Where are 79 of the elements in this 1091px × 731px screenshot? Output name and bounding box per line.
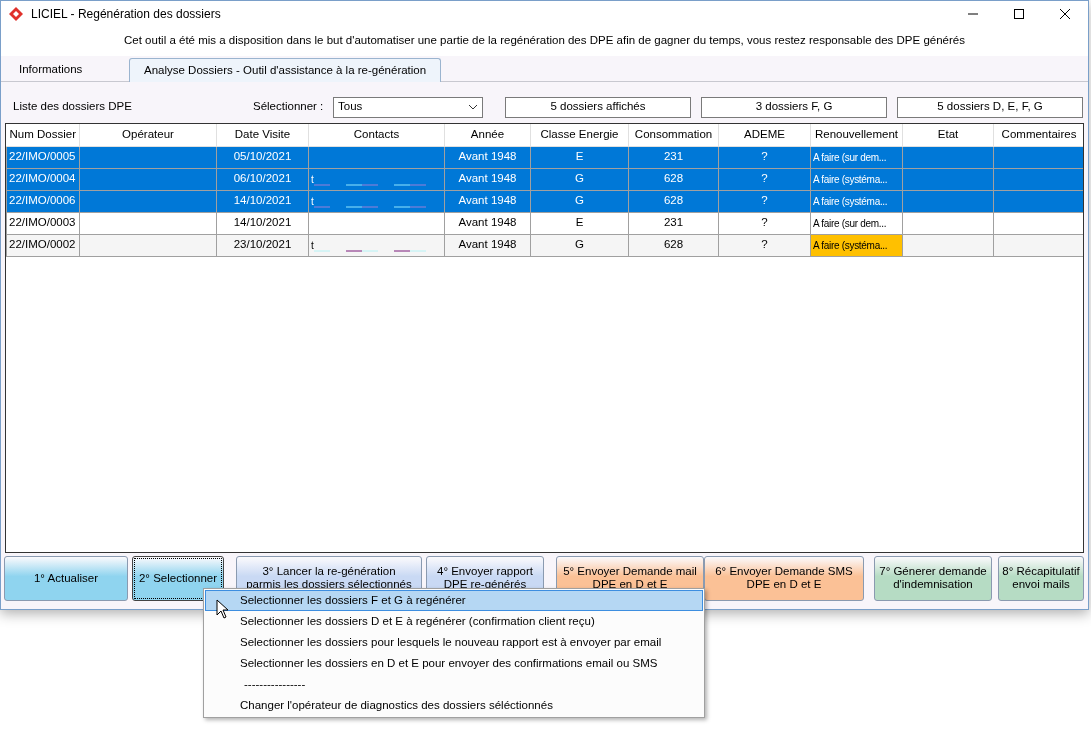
table-cell: 05/10/2021 xyxy=(216,146,309,168)
table-row[interactable]: 22/IMO/0004 06/10/2021 t Avant 1948 G 628 ? A faire (systéma... xyxy=(6,168,1083,190)
table-cell: 23/10/2021 xyxy=(216,234,309,256)
action-button[interactable]: 8° Récapitulatif envoi mails xyxy=(998,555,1084,601)
column-header[interactable]: Num Dossier xyxy=(6,124,80,146)
table-cell: ? xyxy=(718,168,811,190)
column-header[interactable]: Consommation xyxy=(628,124,719,146)
table-cell: G xyxy=(530,168,629,190)
table-cell: 06/10/2021 xyxy=(216,168,309,190)
table-cell: t xyxy=(311,196,314,208)
table-cell: 22/IMO/0004 xyxy=(6,168,80,190)
table-row[interactable]: 22/IMO/0003 14/10/2021 Avant 1948 E 231 ? A faire (sur dem... xyxy=(6,212,1083,234)
table-cell: 628 xyxy=(628,190,719,212)
menu-item[interactable]: Selectionner les dossiers D et E à regénérer (confirmation client reçu) xyxy=(205,611,703,632)
table-cell: 628 xyxy=(628,168,719,190)
close-icon xyxy=(1060,8,1070,19)
menu-item[interactable]: Selectionner les dossiers pour lesquels le nouveau rapport est à envoyer par email xyxy=(205,632,703,653)
menu-item[interactable]: Changer l'opérateur de diagnostics des dossiers séléctionnés xyxy=(205,695,703,716)
table-cell: A faire (systéma... xyxy=(810,168,903,190)
tab[interactable]: Informations xyxy=(9,59,129,81)
count-box: 3 dossiers F, G xyxy=(701,96,887,118)
table-cell: E xyxy=(530,146,629,168)
list-label: Liste des dossiers DPE xyxy=(13,99,133,115)
notice-text: Cet outil a été mis a disposition dans le but d'automatiser une partie de la regénération des DPE afin de gagner du temps, vous restez responsable des DPE générés xyxy=(124,33,965,49)
column-header[interactable]: ADEME xyxy=(718,124,811,146)
table-cell: Avant 1948 xyxy=(444,212,531,234)
column-header[interactable]: Opérateur xyxy=(79,124,217,146)
table-cell: 14/10/2021 xyxy=(216,212,309,234)
filter-dropdown[interactable]: Tous xyxy=(333,96,483,118)
action-button[interactable]: 7° Génerer demande d'indemnisation xyxy=(874,555,992,601)
table-cell: Avant 1948 xyxy=(444,234,531,256)
column-header[interactable]: Contacts xyxy=(308,124,445,146)
column-header[interactable]: Année xyxy=(444,124,531,146)
maximize-icon xyxy=(1014,8,1024,19)
count-box: 5 dossiers D, E, F, G xyxy=(897,96,1083,118)
table-cell: 14/10/2021 xyxy=(216,190,309,212)
table-cell: Avant 1948 xyxy=(444,190,531,212)
table-cell: ? xyxy=(718,190,811,212)
table-cell: G xyxy=(530,234,629,256)
table-cell: 22/IMO/0006 xyxy=(6,190,80,212)
table-cell: 628 xyxy=(628,234,719,256)
menu-item[interactable]: Selectionner les dossiers en D et E pour envoyer des confirmations email ou SMS xyxy=(205,653,703,674)
menu-item[interactable]: Selectionner les dossiers F et G à regénérer xyxy=(205,590,703,611)
table-cell: 22/IMO/0003 xyxy=(6,212,80,234)
table-cell: G xyxy=(530,190,629,212)
table-cell: ? xyxy=(718,212,811,234)
window-title: LICIEL - Regénération des dossiers xyxy=(31,5,221,23)
table-cell: Avant 1948 xyxy=(444,168,531,190)
table-cell: t xyxy=(311,240,314,252)
action-button[interactable]: 1° Actualiser xyxy=(4,555,128,601)
table-cell: A faire (sur dem... xyxy=(810,212,903,234)
filter-label: Sélectionner : xyxy=(253,99,325,115)
table-cell: A faire (sur dem... xyxy=(810,146,903,168)
table-row[interactable]: 22/IMO/0005 05/10/2021 Avant 1948 E 231 ? A faire (sur dem... xyxy=(6,146,1083,168)
table-cell: 22/IMO/0002 xyxy=(6,234,80,256)
chevron-down-icon xyxy=(468,104,478,110)
menu-separator: ---------------- xyxy=(243,676,307,692)
app-logo-icon xyxy=(9,6,23,21)
table-cell: ? xyxy=(718,146,811,168)
table-cell: E xyxy=(530,212,629,234)
column-header[interactable]: Classe Energie xyxy=(530,124,629,146)
column-header[interactable]: Renouvellement xyxy=(810,124,903,146)
column-header[interactable]: Commentaires xyxy=(993,124,1083,146)
table-cell: Avant 1948 xyxy=(444,146,531,168)
action-button[interactable]: 2° Selectionner xyxy=(132,555,224,601)
table-cell: t xyxy=(311,174,314,186)
table-cell: 22/IMO/0005 xyxy=(6,146,80,168)
column-header[interactable]: Etat xyxy=(902,124,994,146)
table-row[interactable]: 22/IMO/0002 23/10/2021 t Avant 1948 G 628 ? A faire (systéma... xyxy=(6,234,1083,256)
table-row[interactable]: 22/IMO/0006 14/10/2021 t Avant 1948 G 628 ? A faire (systéma... xyxy=(6,190,1083,212)
table-cell: ? xyxy=(718,234,811,256)
table-cell: 231 xyxy=(628,146,719,168)
mouse-cursor-icon xyxy=(216,599,230,619)
action-button[interactable]: 6° Envoyer Demande SMS DPE en D et E xyxy=(704,555,864,601)
table-cell: A faire (systéma... xyxy=(810,190,903,212)
count-box: 5 dossiers affichés xyxy=(505,96,691,118)
tab[interactable]: Analyse Dossiers - Outil d'assistance à la re-génération xyxy=(129,58,442,82)
table-cell: 231 xyxy=(628,212,719,234)
column-header[interactable]: Date Visite xyxy=(216,124,309,146)
